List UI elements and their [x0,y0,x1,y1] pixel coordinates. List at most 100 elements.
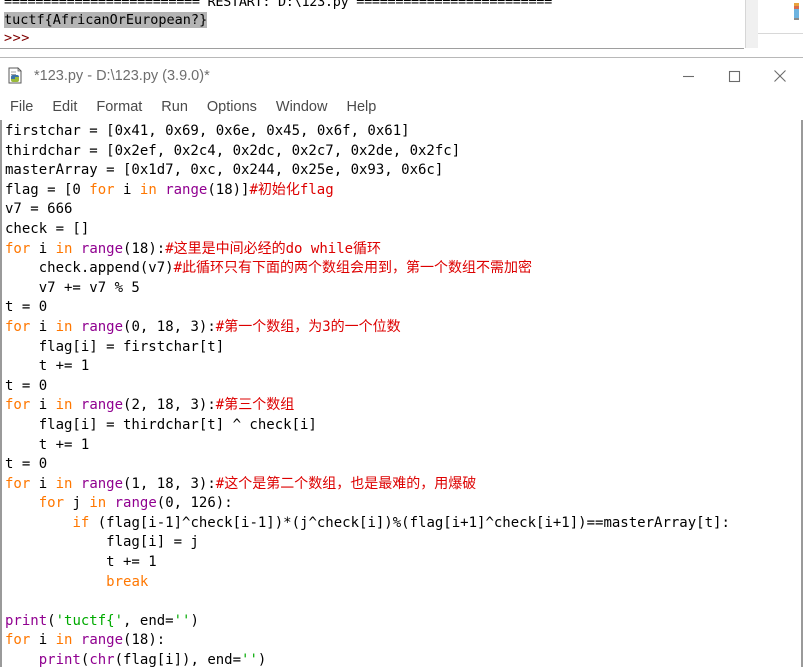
code-line: flag[i] = firstchar[t] [5,338,800,358]
code-line: check = [] [5,220,800,240]
code-token-bi: range [80,397,124,414]
code-token-plain: thirdchar = [0x2ef, 0x2c4, 0x2dc, 0x2c7,… [5,142,461,159]
code-token-cmt: #此循环只有下面的两个数组会用到，第一个数组不需加密 [173,260,533,277]
shell-restart-line: ========================= RESTART: D:\12… [4,0,552,10]
shell-output-text-area[interactable]: ========================= RESTART: D:\12… [0,0,744,48]
code-token-kw: in [139,181,157,198]
code-token-plain: i [114,181,140,198]
code-token-kw: in [55,475,73,492]
code-line: flag = [0 for i in range(18)]#初始化flag [5,181,800,201]
code-token-plain: check = [] [5,220,90,237]
code-line: print(chr(flag[i]), end='') [5,651,800,667]
code-line: break [5,573,800,593]
code-line: firstchar = [0x41, 0x69, 0x6e, 0x45, 0x6… [5,122,800,142]
code-token-cmt: #这里是中间必经的do while循环 [165,240,382,257]
code-line: flag[i] = thirdchar[t] ^ check[i] [5,416,800,436]
close-button[interactable] [757,58,803,94]
editor-window-title: *123.py - D:\123.py (3.9.0)* [34,68,210,84]
code-token-plain: flag = [0 [5,181,90,198]
code-line: check.append(v7)#此循环只有下面的两个数组会用到，第一个数组不需… [5,259,800,279]
menu-item-options[interactable]: Options [207,99,257,115]
menu-item-run[interactable]: Run [161,99,188,115]
code-token-plain: flag[i] = j [5,534,199,551]
code-token-plain: masterArray = [0x1d7, 0xc, 0x244, 0x25e,… [5,162,444,179]
code-token-plain: i [30,632,56,649]
code-token-kw: break [106,573,149,590]
code-line: masterArray = [0x1d7, 0xc, 0x244, 0x25e,… [5,161,800,181]
python-idle-icon [7,67,25,85]
code-token-plain: ) [257,652,267,667]
idle-editor-window: *123.py - D:\123.py (3.9.0)* File Edit For [0,57,803,667]
code-token-kw: in [55,397,73,414]
code-token-kw: for [5,397,31,414]
code-token-plain: i [30,475,56,492]
code-line: for j in range(0, 126): [5,494,800,514]
code-line: t = 0 [5,455,800,475]
code-token-plain: t += 1 [5,358,90,375]
code-token-plain: ) [190,612,199,629]
code-token-cmt: #初始化flag [249,181,334,198]
shell-prompt: >>> [4,30,30,46]
code-token-plain: (2, 18, 3): [123,397,216,414]
code-token-plain: j [64,495,90,512]
code-token-bi: range [80,632,124,649]
code-token-plain: t += 1 [5,554,157,571]
code-token-plain: flag[i] = firstchar[t] [5,338,225,355]
code-token-plain: firstchar = [0x41, 0x69, 0x6e, 0x45, 0x6… [5,123,410,139]
window-controls [665,58,803,94]
code-token-kw: in [89,495,107,512]
code-token-cmt: #第三个数组 [215,397,295,414]
python-shell-window: ========================= RESTART: D:\12… [0,0,803,60]
code-token-plain: i [30,240,56,257]
code-token-kw: in [55,240,73,257]
editor-titlebar[interactable]: *123.py - D:\123.py (3.9.0)* [0,58,803,94]
code-token-plain: ( [47,612,56,629]
minimize-button[interactable] [665,58,711,94]
code-token-plain: i [30,318,56,335]
code-token-plain: t += 1 [5,436,90,453]
code-line: if (flag[i-1]^check[i-1])*(j^check[i])%(… [5,514,800,534]
code-text-area[interactable]: firstchar = [0x41, 0x69, 0x6e, 0x45, 0x6… [5,122,800,667]
shell-output-selected-text: tuctf{AfricanOrEuropean?} [4,12,208,28]
code-token-plain: , end= [123,612,174,629]
code-token-kw: for [5,632,31,649]
code-token-bi: range [80,240,124,257]
desktop-icon-fragment[interactable] [793,2,803,22]
editor-text-body: firstchar = [0x41, 0x69, 0x6e, 0x45, 0x6… [0,120,803,667]
desktop-separator-line [758,33,803,34]
code-line: print('tuctf{', end='') [5,612,800,632]
maximize-button[interactable] [711,58,757,94]
menu-item-window[interactable]: Window [276,99,328,115]
code-token-plain: (18): [123,240,166,257]
menu-item-edit[interactable]: Edit [52,99,77,115]
code-token-kw: for [89,181,115,198]
code-token-bi: range [165,181,208,198]
code-token-plain: (flag[i]), end= [114,652,242,667]
shell-window-bottom-edge [0,48,744,49]
shell-vertical-scrollbar[interactable] [745,0,759,48]
code-line: t += 1 [5,553,800,573]
code-token-plain: v7 += v7 % 5 [5,279,140,296]
code-line: for i in range(0, 18, 3):#第一个数组，为3的一个位数 [5,318,800,338]
editor-left-border [0,120,2,667]
code-line: v7 += v7 % 5 [5,279,800,299]
code-token-str: '' [241,652,258,667]
editor-menubar: File Edit Format Run Options Window Help [0,94,803,120]
code-line: t = 0 [5,298,800,318]
code-token-kw: in [55,632,73,649]
code-token-plain: (flag[i-1]^check[i-1])*(j^check[i])%(fla… [89,514,730,531]
menu-item-help[interactable]: Help [346,99,376,115]
menu-item-format[interactable]: Format [96,99,142,115]
code-token-plain: check.append(v7) [5,260,174,277]
menu-item-file[interactable]: File [10,99,33,115]
code-token-bi: chr [89,652,115,667]
code-token-bi: range [114,495,157,512]
code-line: flag[i] = j [5,533,800,553]
code-token-plain: t = 0 [5,456,48,473]
code-token-plain: v7 = 666 [5,201,73,218]
